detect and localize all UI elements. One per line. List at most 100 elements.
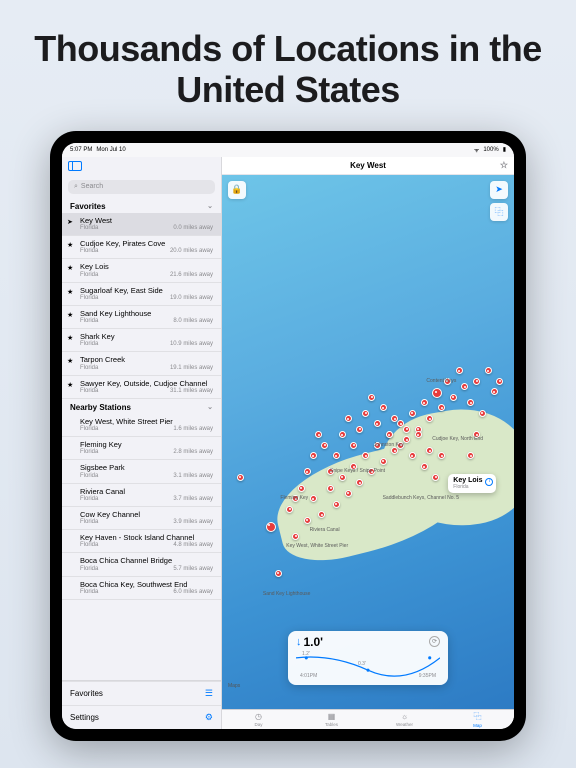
row-region: Florida (80, 519, 98, 525)
row-region: Florida (80, 248, 98, 254)
map-pin[interactable] (467, 399, 474, 406)
section-header-favorites[interactable]: Favorites ⌄ (62, 198, 221, 213)
nearby-row[interactable]: Key Haven - Stock Island ChannelFlorida4… (62, 530, 221, 553)
row-distance: 8.0 miles away (173, 318, 213, 324)
map-pin[interactable] (333, 452, 340, 459)
map-pin[interactable] (356, 426, 363, 433)
map-view[interactable]: 🔒 ➤ ⿻ Sand Key Lighthouse Fleming Key Ri… (222, 175, 514, 709)
map-pin[interactable] (310, 495, 317, 502)
map-pin[interactable] (345, 415, 352, 422)
map-pin[interactable] (485, 367, 492, 374)
map-pin[interactable] (432, 474, 439, 481)
tide-time-end: 9:35PM (419, 673, 436, 679)
gear-icon: ⚙ (205, 712, 213, 723)
map-pin[interactable] (292, 533, 299, 540)
star-icon: ★ (67, 264, 73, 272)
tab-tables[interactable]: ▦Tables (295, 710, 368, 729)
nearby-row[interactable]: Sigsbee ParkFlorida3.1 miles away (62, 460, 221, 483)
favorite-row[interactable]: ➤Key WestFlorida0.0 miles away (62, 213, 221, 236)
map-pin[interactable] (496, 378, 503, 385)
map-pin[interactable] (456, 367, 463, 374)
sidebar-footer: Favorites ☰ Settings ⚙ (62, 680, 221, 729)
map-pin[interactable] (298, 485, 305, 492)
favorite-row[interactable]: ★Shark KeyFlorida10.9 miles away (62, 329, 221, 352)
favorite-row[interactable]: ★Cudjoe Key, Pirates CoveFlorida20.0 mil… (62, 236, 221, 259)
map-pin[interactable] (421, 399, 428, 406)
nearby-row[interactable]: Boca Chica Key, Southwest EndFlorida6.0 … (62, 577, 221, 600)
row-region: Florida (80, 225, 98, 231)
row-distance: 0.0 miles away (173, 225, 213, 231)
nearby-row[interactable]: Key West, White Street PierFlorida1.6 mi… (62, 414, 221, 437)
map-pin[interactable] (321, 442, 328, 449)
nearby-row[interactable]: Fleming KeyFlorida2.8 miles away (62, 437, 221, 460)
map-pin[interactable] (266, 522, 276, 532)
map-label: Sand Key Lighthouse (263, 591, 311, 597)
refresh-button[interactable]: ⟳ (429, 636, 440, 647)
map-pin[interactable] (333, 501, 340, 508)
map-pin[interactable] (421, 463, 428, 470)
favorite-row[interactable]: ★Sand Key LighthouseFlorida8.0 miles awa… (62, 306, 221, 329)
tide-card[interactable]: ↓ 1.0' ⟳ (288, 631, 448, 685)
map-pin[interactable] (339, 474, 346, 481)
section-header-nearby[interactable]: Nearby Stations ⌄ (62, 399, 221, 414)
row-region: Florida (80, 473, 98, 479)
favorite-row[interactable]: ★Sawyer Key, Outside, Cudjoe ChannelFlor… (62, 376, 221, 399)
map-pin[interactable] (386, 431, 393, 438)
map-pin[interactable] (362, 410, 369, 417)
wifi-icon: ᯤ (474, 146, 479, 154)
map-pin[interactable] (368, 394, 375, 401)
sidebar-toggle-icon[interactable] (68, 161, 82, 171)
row-distance: 3.1 miles away (173, 473, 213, 479)
main-panel: Key West ☆ 🔒 ➤ ⿻ Sand (222, 157, 514, 729)
favorite-row[interactable]: ★Tarpon CreekFlorida19.1 miles away (62, 352, 221, 375)
map-pin[interactable] (327, 485, 334, 492)
row-distance: 6.0 miles away (173, 589, 213, 595)
map-pin[interactable] (473, 378, 480, 385)
row-region: Florida (80, 542, 98, 548)
map-pin[interactable] (403, 426, 410, 433)
map-pin[interactable] (310, 452, 317, 459)
map-pin[interactable] (409, 410, 416, 417)
locate-button[interactable]: ➤ (490, 181, 508, 199)
map-pin[interactable] (345, 490, 352, 497)
map-callout[interactable]: Key Lois Florida i (448, 474, 496, 493)
settings-button[interactable]: Settings ⚙ (62, 705, 221, 729)
search-input[interactable]: ⌕ Search (68, 180, 215, 194)
battery-icon: ▮ (503, 146, 506, 153)
map-pin[interactable] (374, 420, 381, 427)
nearby-row[interactable]: Boca Chica Channel BridgeFlorida5.7 mile… (62, 553, 221, 576)
location-icon: ➤ (67, 218, 73, 226)
map-pin[interactable] (380, 404, 387, 411)
map-pin[interactable] (450, 394, 457, 401)
map-pin[interactable] (491, 388, 498, 395)
map-pin[interactable] (350, 442, 357, 449)
map-pin[interactable] (275, 570, 282, 577)
favorites-button[interactable]: Favorites ☰ (62, 681, 221, 705)
map-pin[interactable] (479, 410, 486, 417)
favorite-row[interactable]: ★Key LoisFlorida21.6 miles away (62, 259, 221, 282)
map-pin[interactable] (339, 431, 346, 438)
callout-title: Key Lois (453, 477, 482, 484)
favorite-row[interactable]: ★Sugarloaf Key, East SideFlorida19.0 mil… (62, 283, 221, 306)
map-pin[interactable] (304, 468, 311, 475)
tab-day[interactable]: ◷Day (222, 710, 295, 729)
map-pin[interactable] (304, 517, 311, 524)
row-title: Key West, White Street Pier (80, 418, 213, 426)
info-icon[interactable]: i (485, 478, 493, 486)
nearby-row[interactable]: Riviera CanalFlorida3.7 miles away (62, 484, 221, 507)
marketing-headline: Thousands of Locations in the United Sta… (0, 0, 576, 131)
row-distance: 10.9 miles away (170, 341, 213, 347)
map-pin[interactable] (415, 431, 422, 438)
map-pin[interactable] (380, 458, 387, 465)
tab-weather[interactable]: ☼Weather (368, 710, 441, 729)
favorite-star-icon[interactable]: ☆ (500, 160, 508, 171)
map-pin[interactable] (432, 388, 442, 398)
map-pin[interactable] (237, 474, 244, 481)
map-layers-button[interactable]: ⿻ (490, 203, 508, 221)
map-pin[interactable] (461, 383, 468, 390)
map-pin[interactable] (315, 431, 322, 438)
nearby-row[interactable]: Cow Key ChannelFlorida3.9 miles away (62, 507, 221, 530)
map-label: Riviera Canal (310, 527, 340, 533)
tab-map[interactable]: ⿻Map (441, 710, 514, 729)
lock-button[interactable]: 🔒 (228, 181, 246, 199)
